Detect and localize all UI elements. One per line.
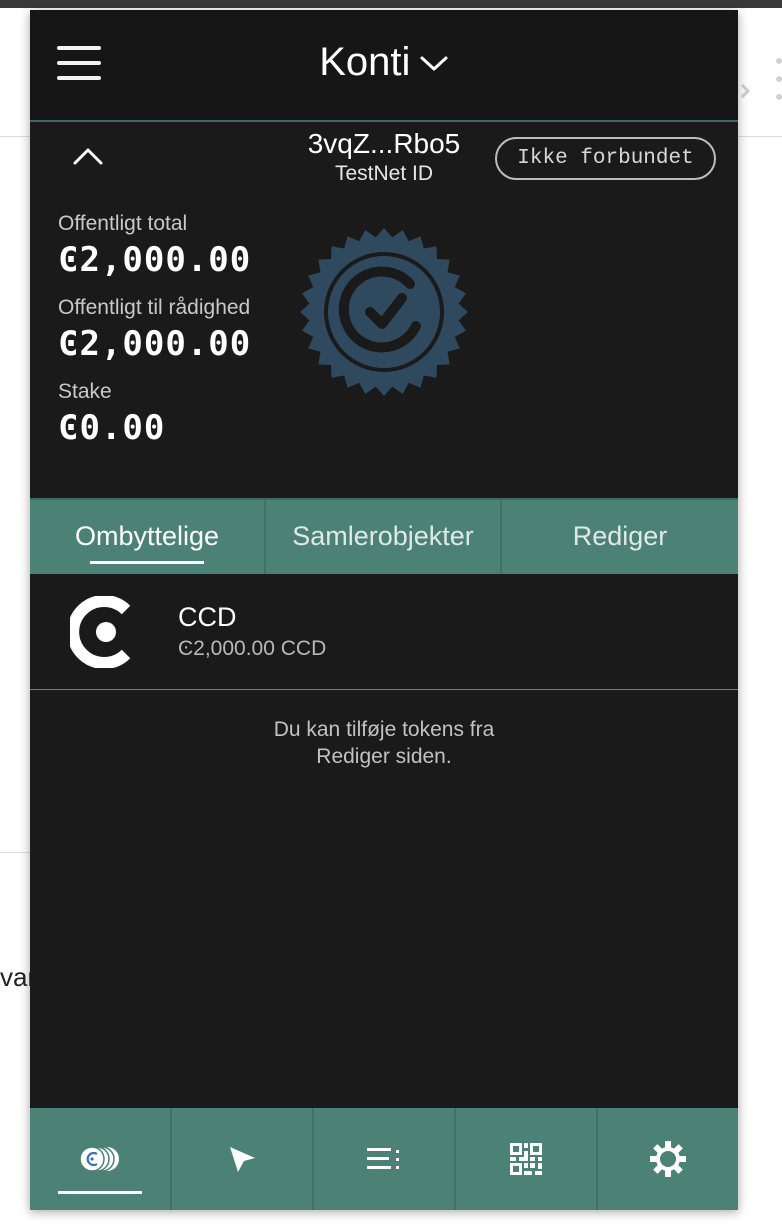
page-title: Konti [319, 40, 411, 84]
background-chevron-icon [735, 83, 751, 99]
tab-collectibles-label: Samlerobjekter [292, 521, 474, 551]
stake-label: Stake [58, 380, 112, 403]
network-label: TestNet ID [334, 162, 434, 185]
token-tabs: Ombyttelige Samlerobjekter Rediger [30, 498, 738, 574]
tab-fungible[interactable]: Ombyttelige [30, 500, 264, 574]
account-details: 3vqZ...Rbo5 TestNet ID Ikke forbundet Of… [30, 122, 738, 498]
settings-gear-icon [650, 1141, 686, 1177]
account-address: 3vqZ...Rbo5 [307, 128, 461, 159]
background-menu-dots-icon [776, 58, 782, 100]
tab-fungible-label: Ombyttelige [74, 521, 220, 551]
ccd-logo-icon [70, 596, 131, 668]
tab-collectibles[interactable]: Samlerobjekter [266, 500, 500, 574]
public-total-value: Ͼ2,000.00 [58, 240, 252, 280]
chevron-up-icon[interactable] [70, 144, 106, 168]
add-tokens-hint: Du kan tilføje tokens fra Rediger siden. [184, 716, 584, 770]
transaction-list-icon [367, 1148, 399, 1169]
bottom-navigation [30, 1108, 738, 1210]
account-identity: 3vqZ...Rbo5 TestNet ID [284, 128, 484, 186]
public-total-label: Offentligt total [58, 212, 188, 235]
tab-edit-label: Rediger [572, 521, 668, 551]
accounts-icon [79, 1146, 119, 1172]
token-balance: Ͼ2,000.00 CCD [178, 637, 327, 660]
verified-seal-icon [300, 228, 468, 396]
hint-line-1: Du kan tilføje tokens fra [273, 718, 495, 741]
token-list-item[interactable]: CCD Ͼ2,000.00 CCD [30, 574, 738, 690]
public-available-value: Ͼ2,000.00 [58, 324, 252, 364]
hint-line-2: Rediger siden. [316, 745, 452, 768]
nav-accounts[interactable] [30, 1108, 170, 1210]
background-divider [0, 852, 30, 853]
nav-settings[interactable] [598, 1108, 738, 1210]
account-selector[interactable]: Konti [30, 40, 738, 85]
nav-qr-code[interactable] [456, 1108, 596, 1210]
nav-transactions[interactable] [314, 1108, 454, 1210]
connection-status-badge: Ikke forbundet [495, 137, 716, 180]
token-name: CCD [178, 602, 237, 632]
active-tab-indicator [90, 561, 204, 564]
public-available-label: Offentligt til rådighed [58, 296, 251, 319]
wallet-popup: Konti 3vqZ...Rbo5 TestNet ID Ikke forbun… [30, 10, 738, 1210]
nav-send[interactable] [172, 1108, 312, 1210]
qr-code-icon [510, 1143, 542, 1175]
browser-top-bar [0, 0, 782, 8]
header: Konti [30, 10, 738, 120]
send-icon [230, 1147, 255, 1172]
stake-value: Ͼ0.00 [58, 408, 166, 448]
chevron-down-icon [420, 56, 448, 70]
tab-edit[interactable]: Rediger [502, 500, 738, 574]
active-nav-indicator [58, 1191, 142, 1194]
